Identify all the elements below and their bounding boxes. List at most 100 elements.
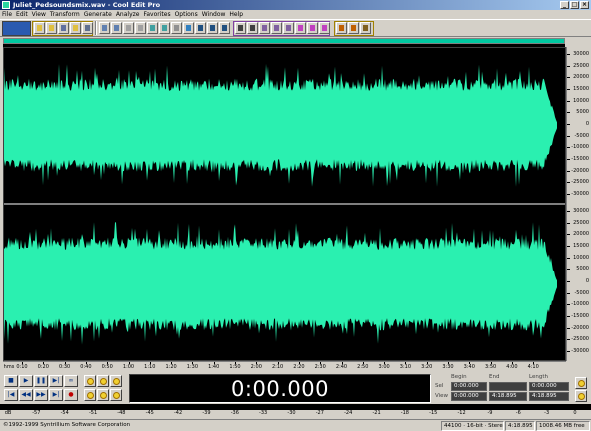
save-file-icon[interactable] — [58, 22, 69, 34]
menu-favorites[interactable]: Favorites — [143, 10, 174, 19]
amplitude-tick — [567, 339, 570, 341]
view-begin-field[interactable]: 0:00.000 — [451, 392, 487, 401]
time-ruler-tick — [511, 362, 513, 364]
time-ruler-tick — [171, 362, 173, 364]
right-channel-waveform[interactable] — [4, 205, 557, 360]
close-button[interactable]: × — [580, 1, 589, 9]
menu-window[interactable]: Window — [202, 10, 230, 19]
level-meter-label: -24 — [344, 410, 353, 416]
paste-icon[interactable] — [147, 22, 158, 34]
amplitude-label: 10000 — [573, 97, 589, 104]
stop-icon[interactable]: ■ — [4, 375, 18, 387]
menu-transform[interactable]: Transform — [50, 10, 84, 19]
maximize-button[interactable]: □ — [570, 1, 579, 9]
snap-icon[interactable] — [219, 22, 230, 34]
level-meter-label: -18 — [400, 410, 409, 416]
amplitude-label: -10000 — [571, 301, 589, 308]
new-file-icon[interactable] — [34, 22, 45, 34]
play-list-icon[interactable] — [271, 22, 282, 34]
mix-paste-icon[interactable] — [159, 22, 170, 34]
go-to-end-icon[interactable]: ▶| — [49, 389, 63, 401]
sel-length-field[interactable]: 0:00.000 — [529, 382, 569, 391]
settings-icon[interactable] — [307, 22, 318, 34]
zoom-to-selection-icon[interactable] — [84, 389, 96, 401]
cue-list-icon[interactable] — [259, 22, 270, 34]
redo-icon[interactable] — [111, 22, 122, 34]
info-icon[interactable] — [283, 22, 294, 34]
amplitude-label: 30000 — [573, 208, 589, 214]
zoom-in-horizontal-icon[interactable] — [84, 375, 96, 387]
view-end-field[interactable]: 4:18.895 — [489, 392, 527, 401]
go-to-start-icon[interactable]: |◀ — [4, 389, 18, 401]
status-free-space: 1008.46 MB free — [536, 421, 590, 431]
hybrid-tool-icon[interactable] — [336, 22, 347, 34]
envelope-tool-icon[interactable] — [348, 22, 359, 34]
menu-options[interactable]: Options — [175, 10, 202, 19]
time-ruler-tick — [426, 362, 428, 364]
play-icon[interactable]: ▶ — [19, 375, 33, 387]
spectral-view-icon[interactable] — [195, 22, 206, 34]
amplitude-label: 10000 — [573, 254, 589, 261]
time-ruler-tick — [469, 362, 471, 364]
status-duration: 4:18.895 — [505, 421, 535, 431]
open-file-icon[interactable] — [46, 22, 57, 34]
rewind-icon[interactable]: ◀◀ — [19, 389, 33, 401]
time-ruler-tick — [213, 362, 215, 364]
status-bar: ©1992-1999 Syntrillium Software Corporat… — [0, 419, 591, 431]
minimize-button[interactable]: _ — [560, 1, 569, 9]
left-channel-waveform[interactable] — [4, 48, 557, 203]
zoom-out-full-icon[interactable] — [110, 375, 122, 387]
status-format: 44100 · 16-bit · Stereo — [441, 421, 504, 431]
time-ruler-tick — [533, 362, 535, 364]
level-meter-label: -48 — [117, 410, 126, 416]
time-ruler-label: 1:30 — [186, 364, 199, 370]
amplitude-label: -25000 — [571, 336, 589, 343]
undo-icon[interactable] — [99, 22, 110, 34]
zoom-out-vertical-icon[interactable] — [575, 390, 587, 402]
marquee-tool-icon[interactable] — [247, 22, 258, 34]
time-ruler-label: 1:10 — [144, 364, 156, 370]
menu-file[interactable]: File — [2, 10, 16, 19]
play-to-end-icon[interactable]: ▶| — [49, 375, 63, 387]
zoom-out-horizontal-icon[interactable] — [97, 375, 109, 387]
fast-forward-icon[interactable]: ▶▶ — [34, 389, 48, 401]
multitrack-toggle-group[interactable] — [2, 21, 31, 36]
sel-row-label: Sel — [435, 383, 444, 389]
view-length-field[interactable]: 4:18.895 — [529, 392, 569, 401]
time-ruler-tick — [22, 362, 23, 364]
sel-begin-field[interactable]: 0:00.000 — [451, 382, 487, 391]
amplitude-tick — [567, 135, 570, 137]
close-file-icon[interactable] — [82, 22, 93, 34]
time-ruler-label: 1:00 — [122, 364, 135, 370]
level-meter-label: -51 — [88, 410, 98, 416]
level-meter-label: -3 — [544, 410, 550, 416]
menu-generate[interactable]: Generate — [84, 10, 116, 19]
help-icon[interactable] — [360, 22, 371, 34]
waveform-view-icon[interactable] — [183, 22, 194, 34]
zoom-right-edge-icon[interactable] — [110, 389, 122, 401]
menu-analyze[interactable]: Analyze — [116, 10, 144, 19]
loop-icon[interactable]: ∞ — [64, 375, 78, 387]
menu-view[interactable]: View — [32, 10, 50, 19]
time-ruler[interactable]: hms 0:10 0:20 0:30 0:40 0:50 1:00 1:10 1:20 1:30… — [3, 361, 566, 371]
sel-end-field[interactable] — [489, 382, 527, 391]
zoom-in-vertical-icon[interactable] — [575, 377, 587, 389]
waveform-display[interactable] — [3, 47, 566, 361]
amplitude-label: 20000 — [573, 231, 589, 238]
open-append-icon[interactable] — [70, 22, 81, 34]
time-selection-tool-icon[interactable] — [235, 22, 246, 34]
time-ruler-label: 3:00 — [378, 364, 390, 370]
spectral-pitch-icon[interactable] — [207, 22, 218, 34]
copy-icon[interactable] — [135, 22, 146, 34]
menu-bar: File Edit View Transform Generate Analyz… — [0, 10, 591, 19]
zoom-left-edge-icon[interactable] — [97, 389, 109, 401]
scripts-icon[interactable] — [319, 22, 330, 34]
menu-help[interactable]: Help — [229, 10, 247, 19]
amplitude-label: -10000 — [571, 144, 589, 151]
trim-icon[interactable] — [171, 22, 182, 34]
menu-edit[interactable]: Edit — [16, 10, 32, 19]
record-icon[interactable]: ● — [64, 389, 78, 401]
pause-icon[interactable]: ❚❚ — [34, 375, 48, 387]
cd-player-icon[interactable] — [295, 22, 306, 34]
cut-icon[interactable] — [123, 22, 134, 34]
